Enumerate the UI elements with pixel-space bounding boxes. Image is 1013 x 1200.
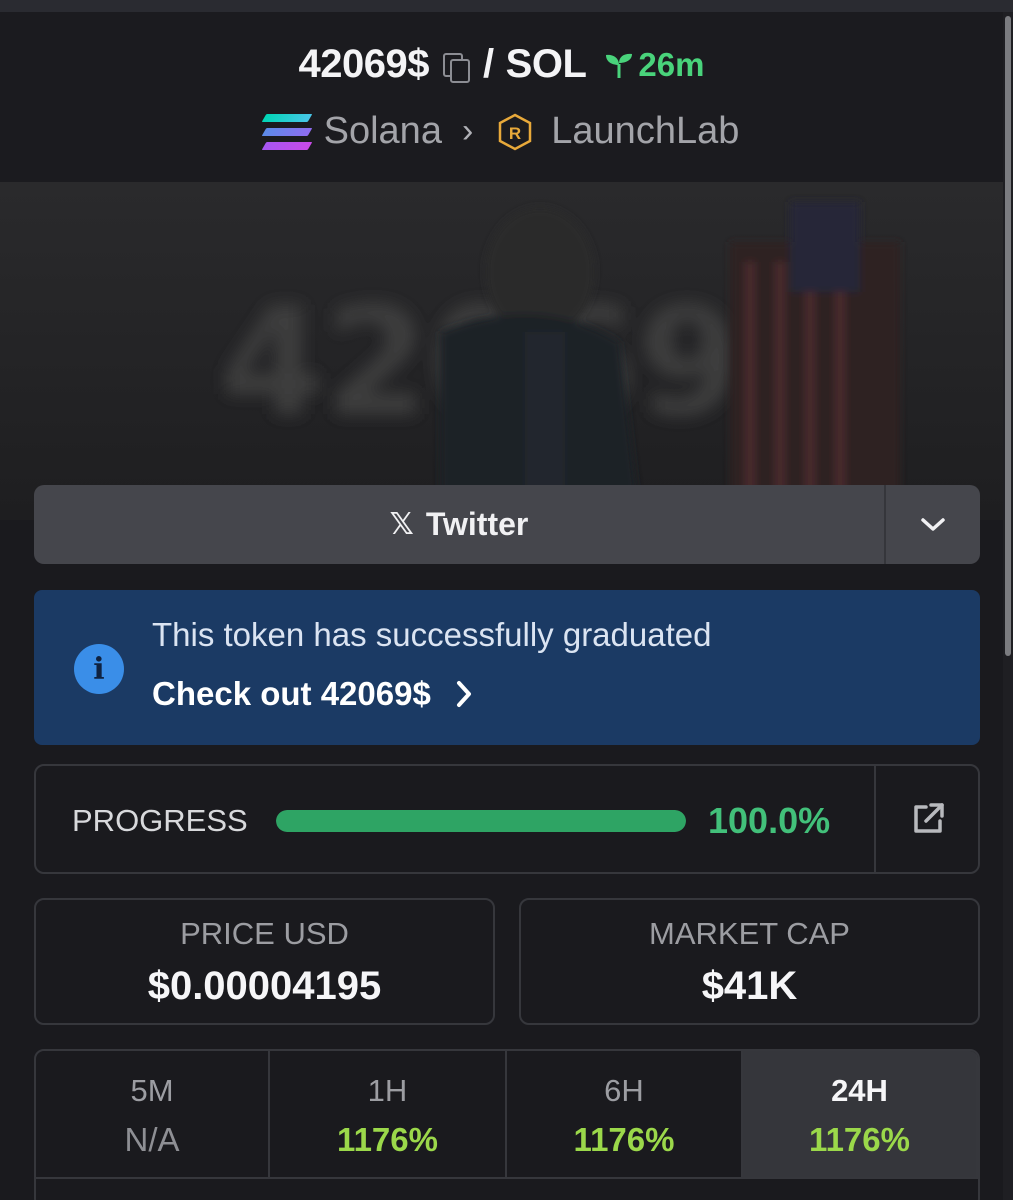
token-banner-image: 42069 — [0, 182, 1003, 520]
tab-change-value: 1176% — [337, 1121, 438, 1158]
progress-bar-fill — [276, 810, 686, 832]
tab-5m[interactable]: 5M N/A — [36, 1051, 270, 1177]
tab-label: 6H — [604, 1073, 644, 1108]
twitter-button-group: 𝕏 Twitter — [34, 485, 980, 564]
socials-dropdown-button[interactable] — [886, 485, 980, 564]
tab-1h[interactable]: 1H 1176% — [270, 1051, 507, 1177]
tab-label: 5M — [130, 1073, 174, 1108]
pair-separator: / — [483, 42, 494, 86]
progress-bar — [276, 810, 686, 832]
launchlab-logo-icon: R — [499, 113, 532, 150]
chevron-right-icon: › — [461, 112, 474, 150]
tab-change-value: 1176% — [573, 1121, 675, 1158]
tab-change-value: N/A — [124, 1121, 180, 1158]
graduated-notice: i This token has successfully graduated … — [34, 590, 980, 745]
market-cap-value: $41K — [701, 964, 798, 1008]
twitter-button-label: Twitter — [425, 506, 529, 542]
bonding-progress: PROGRESS 100.0% — [34, 764, 980, 874]
market-cap-card: MARKET CAP $41K — [519, 898, 980, 1025]
quote-symbol: SOL — [505, 42, 587, 86]
progress-label: PROGRESS — [72, 803, 248, 838]
svg-text:R: R — [509, 124, 521, 143]
external-link-button[interactable] — [876, 766, 980, 872]
token-symbol: 42069$ — [298, 42, 430, 86]
price-usd-value: $0.00004195 — [147, 964, 382, 1008]
pair-header: 42069$ / SOL 26m Solana › R LaunchLab — [0, 12, 1003, 182]
market-cap-label: MARKET CAP — [649, 916, 850, 951]
breadcrumb: Solana › R LaunchLab — [0, 110, 1003, 153]
check-out-token-link[interactable]: Check out 42069$ — [152, 675, 473, 713]
external-link-icon — [914, 803, 944, 833]
copy-icon[interactable] — [441, 49, 471, 83]
breadcrumb-dex[interactable]: LaunchLab — [551, 110, 739, 153]
solana-logo-icon — [261, 113, 312, 150]
price-usd-card: PRICE USD $0.00004195 — [34, 898, 495, 1025]
chevron-down-icon — [921, 517, 945, 531]
notice-message: This token has successfully graduated — [152, 616, 712, 653]
breadcrumb-chain[interactable]: Solana — [324, 110, 442, 153]
twitter-button[interactable]: 𝕏 Twitter — [34, 485, 884, 564]
page-scrollbar[interactable] — [1003, 12, 1013, 1200]
sprout-icon — [606, 53, 633, 78]
price-usd-label: PRICE USD — [180, 916, 349, 951]
price-change-tabs: 5M N/A 1H 1176% 6H 1176% 24H 1176% — [34, 1049, 980, 1200]
browser-top-bar — [0, 0, 1013, 12]
check-out-link-text: Check out 42069$ — [152, 675, 431, 712]
pair-age-text: 26m — [638, 45, 705, 83]
tab-label: 24H — [831, 1073, 888, 1108]
info-icon: i — [74, 644, 124, 694]
chevron-right-icon — [456, 681, 471, 707]
tab-change-value: 1176% — [809, 1121, 910, 1158]
scrollbar-thumb[interactable] — [1005, 16, 1011, 656]
pair-age: 26m — [604, 46, 704, 84]
pair-title-row: 42069$ / SOL 26m — [0, 42, 1003, 87]
tab-6h[interactable]: 6H 1176% — [507, 1051, 743, 1177]
tab-24h[interactable]: 24H 1176% — [743, 1051, 978, 1177]
divider — [36, 1177, 978, 1179]
progress-percent: 100.0% — [708, 800, 831, 841]
tab-label: 1H — [367, 1073, 408, 1108]
x-logo-icon: 𝕏 — [389, 508, 414, 541]
